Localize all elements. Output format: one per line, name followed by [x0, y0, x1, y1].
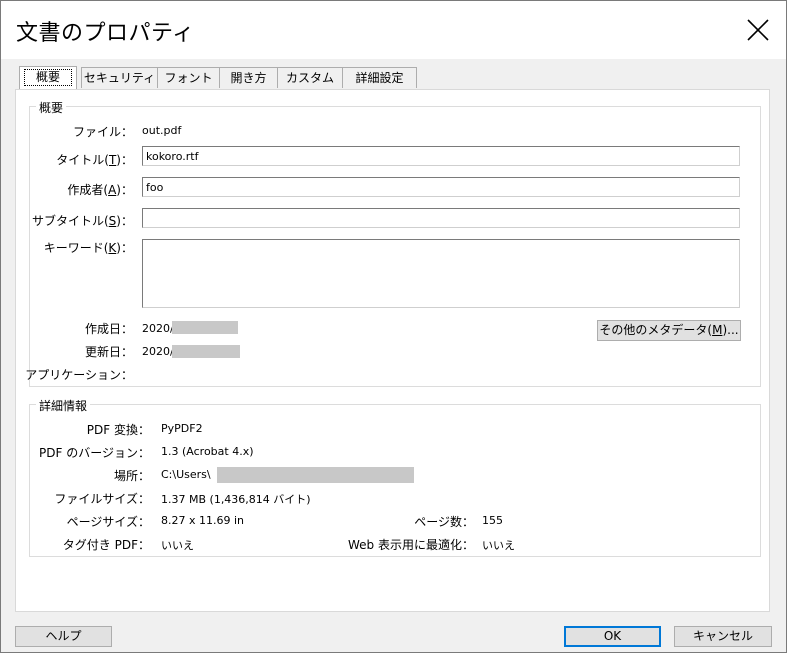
tab-focus-ring: [24, 69, 72, 86]
page-count-label: ページ数：: [414, 515, 474, 529]
title-input[interactable]: kokoro.rtf: [142, 146, 740, 166]
author-label: 作成者(A)：: [67, 183, 133, 197]
help-button[interactable]: ヘルプ: [15, 626, 112, 647]
author-label-text: 作成者: [67, 183, 104, 197]
tab-initial-view[interactable]: 開き方: [219, 67, 278, 88]
page-count-value: 155: [482, 514, 503, 527]
summary-group: 概要 ファイル： out.pdf タイトル(T)： kokoro.rtf 作成者…: [25, 99, 761, 387]
created-label: 作成日：: [84, 322, 133, 336]
subject-accesskey: S: [108, 214, 117, 228]
file-label: ファイル：: [72, 125, 133, 139]
keywords-label-text: キーワード: [43, 241, 104, 255]
summary-group-legend: 概要: [36, 99, 67, 116]
keywords-textarea[interactable]: [142, 239, 740, 308]
title-label-colon: ：: [120, 153, 133, 167]
modified-label: 更新日：: [84, 345, 133, 359]
title-accesskey: T: [108, 153, 117, 167]
author-accesskey: A: [108, 183, 117, 197]
tab-panel: 概要 ファイル： out.pdf タイトル(T)： kokoro.rtf 作成者…: [15, 89, 770, 612]
tab-fonts-label: フォント: [164, 71, 213, 85]
title-label: タイトル(T)：: [56, 153, 133, 167]
title-label-text: タイトル: [56, 153, 105, 167]
more-metadata-accesskey: M: [712, 323, 723, 337]
pdf-version-value: 1.3 (Acrobat 4.x): [161, 445, 254, 458]
tab-advanced-label: 詳細設定: [355, 71, 404, 85]
tab-fonts[interactable]: フォント: [157, 67, 220, 88]
author-input[interactable]: foo: [142, 177, 740, 197]
application-label: アプリケーション：: [25, 368, 133, 382]
more-metadata-label: その他のメタデータ: [599, 323, 708, 337]
tab-security-label: セキュリティ: [83, 71, 156, 85]
tab-advanced[interactable]: 詳細設定: [342, 67, 417, 88]
more-metadata-button[interactable]: その他のメタデータ(M)...: [597, 320, 741, 341]
subject-input[interactable]: [142, 208, 740, 228]
created-redaction: [172, 321, 238, 334]
keywords-accesskey: K: [108, 241, 117, 255]
keywords-label-colon: ：: [120, 241, 133, 255]
location-value: C:\Users\: [161, 468, 211, 481]
title-bar: 文書のプロパティ: [1, 1, 786, 59]
tab-security[interactable]: セキュリティ: [81, 67, 158, 88]
tab-summary[interactable]: 概要: [19, 66, 77, 89]
tab-custom[interactable]: カスタム: [277, 67, 343, 88]
document-properties-dialog: 文書のプロパティ 概要 セキュリティ フォント 開き方 カスタム 詳細設定 概要…: [0, 0, 787, 653]
cancel-button[interactable]: キャンセル: [674, 626, 772, 647]
location-redaction: [217, 467, 414, 483]
producer-label: PDF 変換：: [86, 423, 150, 437]
close-icon: [747, 19, 769, 41]
modified-redaction: [172, 345, 240, 358]
more-metadata-ellipsis: ...: [727, 323, 739, 337]
tab-custom-label: カスタム: [285, 71, 334, 85]
fast-web-view-label: Web 表示用に最適化：: [348, 538, 474, 552]
author-label-colon: ：: [120, 183, 133, 197]
location-label: 場所：: [113, 469, 150, 483]
ok-button[interactable]: OK: [564, 626, 661, 647]
file-value: out.pdf: [142, 124, 182, 137]
dialog-title: 文書のプロパティ: [16, 21, 195, 46]
pdf-version-label: PDF のバージョン：: [39, 446, 150, 460]
subject-label: サブタイトル(S)：: [31, 214, 133, 228]
details-group-legend: 詳細情報: [36, 397, 91, 414]
file-size-value: 1.37 MB (1,436,814 バイト): [161, 493, 311, 506]
subject-label-colon: ：: [120, 214, 133, 228]
keywords-label: キーワード(K)：: [43, 241, 133, 255]
tagged-pdf-value: いいえ: [161, 539, 194, 552]
tab-initial-view-label: 開き方: [230, 71, 267, 85]
details-group: 詳細情報 PDF 変換： PyPDF2 PDF のバージョン： 1.3 (Acr…: [29, 397, 761, 557]
producer-value: PyPDF2: [161, 422, 203, 435]
subject-label-text: サブタイトル: [31, 214, 104, 228]
tagged-pdf-label: タグ付き PDF：: [62, 538, 150, 552]
file-size-label: ファイルサイズ：: [54, 492, 150, 506]
close-button[interactable]: [740, 13, 776, 47]
page-size-value: 8.27 x 11.69 in: [161, 514, 245, 527]
fast-web-view-value: いいえ: [482, 539, 515, 552]
page-size-label: ページサイズ：: [66, 515, 150, 529]
